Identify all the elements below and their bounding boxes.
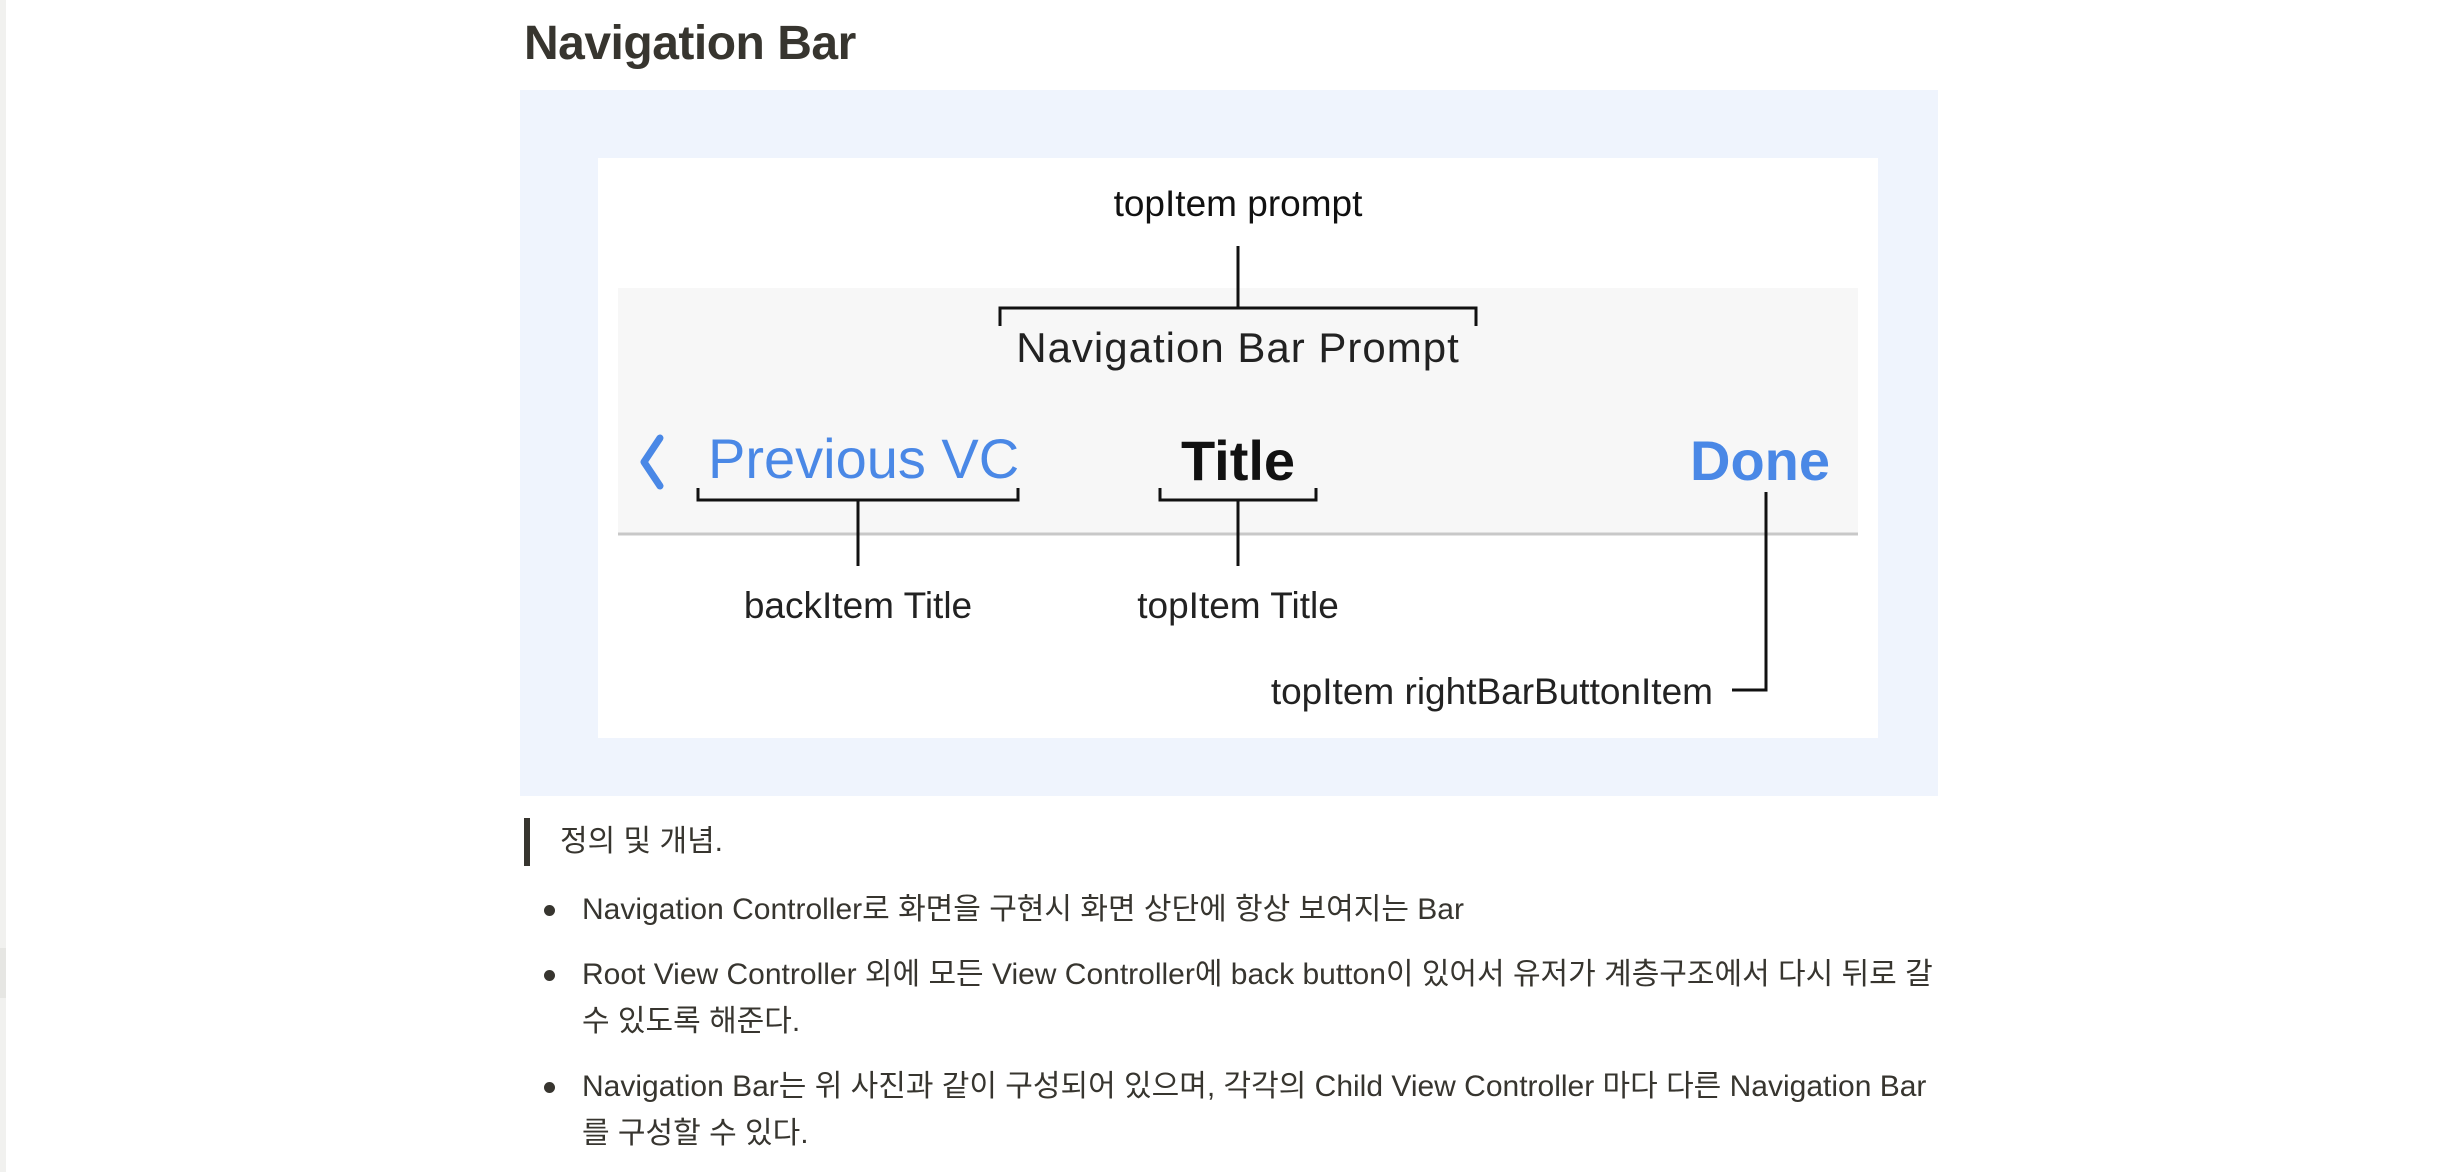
list-item-text: Navigation Controller로 화면을 구현시 화면 상단에 항상… (582, 893, 1464, 926)
bullet-dot-icon (544, 905, 555, 916)
list-item: Navigation Bar는 위 사진과 같이 구성되어 있으며, 각각의 C… (540, 1063, 1940, 1157)
list-item-text: Navigation Bar는 위 사진과 같이 구성되어 있으며, 각각의 C… (582, 1070, 1927, 1150)
right-bar-button-caption: topItem rightBarButtonItem (1271, 671, 1713, 712)
bullet-list: Navigation Controller로 화면을 구현시 화면 상단에 항상… (540, 886, 1940, 1175)
diagram-svg: topItem prompt Navigation Bar Prompt Pre… (618, 183, 1858, 712)
prompt-text: Navigation Bar Prompt (1016, 324, 1460, 371)
quote-block: 정의 및 개념. (524, 818, 723, 866)
back-item-caption: backItem Title (744, 585, 972, 626)
list-item: Navigation Controller로 화면을 구현시 화면 상단에 항상… (540, 886, 1940, 933)
bullet-dot-icon (544, 970, 555, 981)
top-item-caption: topItem Title (1137, 585, 1339, 626)
navigation-bar-diagram: topItem prompt Navigation Bar Prompt Pre… (598, 158, 1878, 738)
title-label: Title (1181, 429, 1295, 492)
page-heading: Navigation Bar (524, 17, 856, 70)
left-edge-handle (0, 948, 6, 998)
image-block[interactable]: topItem prompt Navigation Bar Prompt Pre… (520, 90, 1938, 796)
quote-text: 정의 및 개념. (560, 825, 724, 858)
done-button-label: Done (1690, 429, 1830, 492)
list-item: Root View Controller 외에 모든 View Controll… (540, 951, 1940, 1045)
prompt-caption: topItem prompt (1114, 183, 1364, 224)
bullet-dot-icon (544, 1082, 555, 1093)
back-button-label: Previous VC (708, 427, 1019, 490)
list-item-text: Root View Controller 외에 모든 View Controll… (582, 958, 1933, 1038)
